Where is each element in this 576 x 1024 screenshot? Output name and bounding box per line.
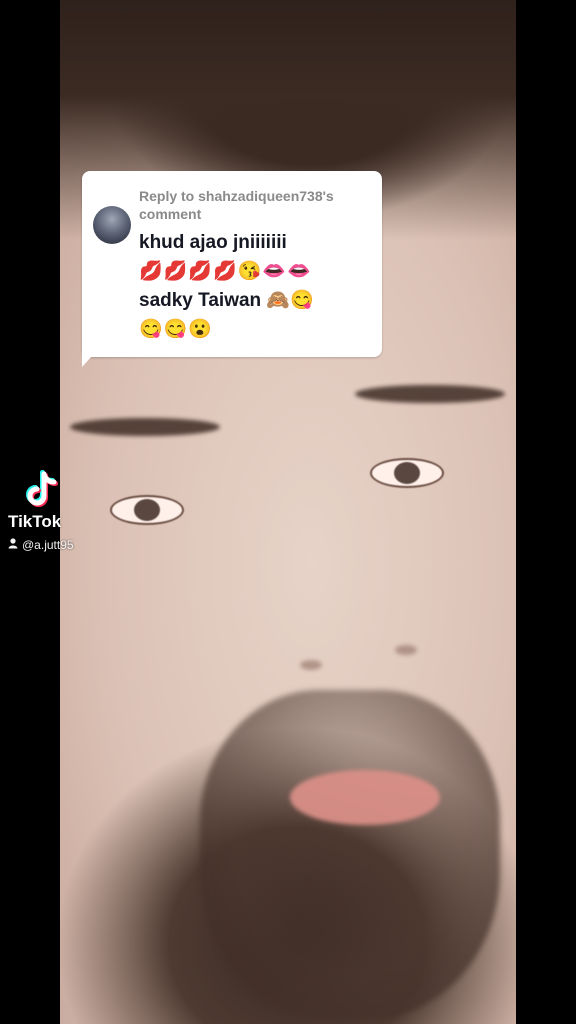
photo-lips	[290, 770, 440, 825]
photo-left-eyebrow	[70, 418, 220, 436]
comment-line-2: 💋💋💋💋😘👄👄	[139, 261, 312, 282]
commenter-avatar[interactable]	[93, 206, 131, 244]
photo-right-eye	[370, 458, 444, 488]
video-frame: Reply to shahzadiqueen738's comment khud…	[0, 0, 576, 1024]
reply-header: Reply to shahzadiqueen738's comment	[139, 188, 334, 222]
comment-line-4: 😋😋😮	[139, 319, 213, 340]
comment-line-1: khud ajao jniiiiiii	[139, 232, 287, 253]
comment-text: khud ajao jniiiiiii 💋💋💋💋😘👄👄 sadky Taiwan…	[139, 228, 369, 344]
photo-right-eyebrow	[355, 385, 505, 403]
photo-right-nostril	[395, 645, 417, 655]
tiktok-logo-icon	[26, 470, 58, 507]
photo-beard	[200, 690, 500, 1020]
bubble-tail	[82, 345, 102, 367]
tiktok-brand: TikTok	[8, 512, 62, 531]
comment-line-3: sadky Taiwan 🙈😋	[139, 290, 314, 311]
tiktok-watermark: TikTok	[8, 470, 78, 532]
video-content[interactable]	[60, 0, 516, 1024]
reply-comment-bubble[interactable]: Reply to shahzadiqueen738's comment khud…	[82, 171, 382, 357]
creator-handle: @a.jutt95	[8, 538, 74, 552]
photo-left-eye	[110, 495, 184, 525]
user-icon	[8, 538, 18, 552]
creator-handle-text: @a.jutt95	[22, 538, 74, 552]
photo-left-nostril	[300, 660, 322, 670]
photo-right-iris	[394, 462, 420, 484]
photo-left-iris	[134, 499, 160, 521]
